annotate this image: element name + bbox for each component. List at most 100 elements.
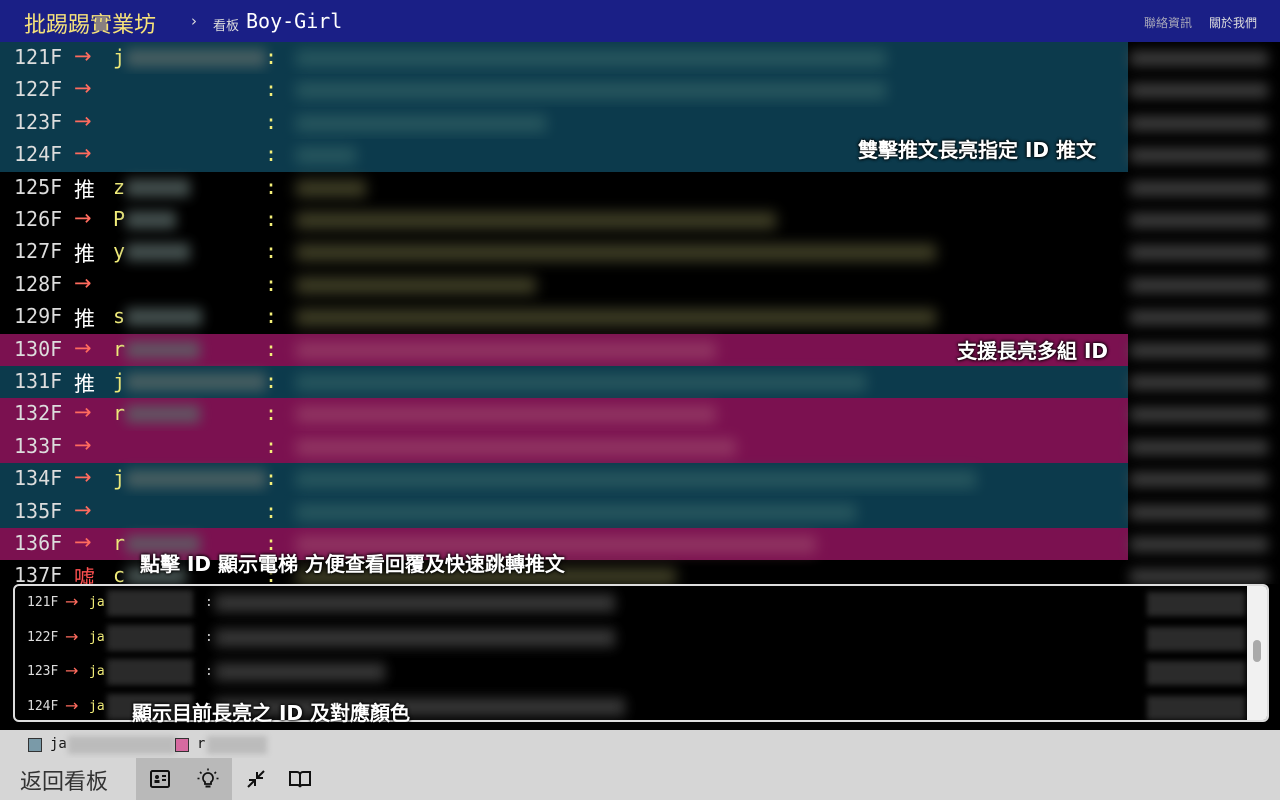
floor-number: 132F: [14, 401, 63, 426]
elevator-tag: →: [65, 592, 79, 611]
floor-number: 125F: [14, 174, 63, 199]
nav-about-link[interactable]: 關於我們: [1209, 14, 1257, 31]
comment-text-blurred: [296, 341, 716, 359]
comment-text-blurred: [296, 50, 886, 67]
user-id[interactable]: P: [113, 207, 125, 231]
user-id[interactable]: j: [113, 369, 125, 393]
comment-row[interactable]: 125F 推 z:: [0, 172, 1280, 204]
colon-separator: :: [265, 401, 278, 426]
floor-number: 126F: [14, 207, 63, 231]
comment-text-blurred: [296, 276, 536, 294]
timestamp-blurred: [1130, 277, 1268, 293]
timestamp-blurred: [1130, 439, 1268, 455]
timestamp-blurred: [1130, 569, 1268, 584]
comment-row[interactable]: 132F → r:: [0, 398, 1280, 431]
timestamp-blurred: [1130, 504, 1268, 520]
comment-row[interactable]: 128F →:: [0, 269, 1280, 301]
highlight-toggle-button[interactable]: [184, 758, 232, 800]
row-highlight-edge: [0, 333, 14, 366]
elevator-tag: →: [65, 661, 79, 680]
elevator-scroll-thumb[interactable]: [1253, 640, 1261, 662]
breadcrumb-board-name[interactable]: Boy-Girl: [246, 9, 342, 33]
comment-row[interactable]: 131F 推 j:: [0, 366, 1280, 399]
elevator-row[interactable]: 123F → ja:: [15, 655, 1245, 689]
row-highlight-edge: [0, 430, 14, 464]
colon-separator: :: [265, 207, 278, 231]
floor-number: 122F: [14, 77, 63, 102]
push-tag: 推: [74, 177, 95, 202]
user-id[interactable]: r: [113, 531, 125, 555]
user-id[interactable]: r: [113, 401, 125, 425]
colon-separator: :: [265, 109, 278, 134]
elevator-row[interactable]: 121F → ja:: [15, 586, 1245, 620]
user-id[interactable]: j: [113, 45, 125, 69]
elevator-scrollbar[interactable]: [1247, 586, 1267, 720]
note-click-elevator: 點擊 ID 顯示電梯 方便查看回覆及快速跳轉推文: [140, 552, 565, 576]
comment-row[interactable]: 121F → j:: [0, 42, 1280, 75]
row-highlight-edge: [0, 139, 14, 172]
colon-separator: :: [265, 498, 278, 523]
user-id[interactable]: y: [113, 239, 125, 263]
note-dblclick-highlight: 雙擊推文長亮指定 ID 推文: [858, 138, 1096, 162]
comment-text-blurred: [296, 471, 976, 489]
timestamp-blurred: [1130, 213, 1268, 228]
nav-contact-link[interactable]: 聯絡資訊: [1144, 14, 1192, 31]
user-id[interactable]: r: [113, 337, 125, 361]
timestamp-blurred: [1130, 180, 1268, 196]
timestamp-blurred: [1130, 148, 1268, 164]
breadcrumb-board-label: 看板: [213, 19, 240, 34]
comment-text-blurred: [296, 374, 866, 391]
comment-row[interactable]: 133F →:: [0, 430, 1280, 464]
user-id[interactable]: c: [113, 563, 125, 584]
comment-row[interactable]: 135F →:: [0, 495, 1280, 528]
breadcrumb-separator: ›: [191, 12, 197, 30]
comment-list: 121F → j:122F →:123F →:124F →:125F 推 z:126F → P:1…: [0, 42, 1280, 584]
elevator-row[interactable]: 122F → ja:: [15, 621, 1245, 655]
elevator-user-id[interactable]: ja: [89, 595, 105, 610]
floor-number: 135F: [14, 498, 63, 523]
floor-number: 121F: [14, 45, 63, 69]
user-id-blurred: [126, 405, 200, 424]
elevator-timestamp-blurred: [1147, 592, 1245, 616]
comment-row[interactable]: 129F 推 s:: [0, 301, 1280, 333]
user-id[interactable]: z: [113, 175, 125, 199]
row-highlight-edge: [0, 495, 14, 528]
push-tag: 噓: [74, 566, 95, 584]
elevator-colon: :: [205, 595, 213, 610]
comment-text-blurred: [296, 438, 736, 456]
row-highlight-edge: [0, 204, 14, 236]
comment-row[interactable]: 127F 推 y:: [0, 236, 1280, 268]
reading-mode-button[interactable]: [276, 758, 324, 800]
comment-text-blurred: [296, 212, 776, 229]
user-id-blurred: [126, 308, 202, 327]
push-tag: →: [74, 465, 92, 490]
comment-text-blurred: [296, 147, 356, 165]
row-highlight-edge: [0, 301, 14, 333]
comment-row[interactable]: 126F → P:: [0, 204, 1280, 236]
user-id[interactable]: s: [113, 304, 125, 328]
comment-row[interactable]: 134F → j:: [0, 463, 1280, 496]
comment-text-blurred: [296, 244, 936, 262]
row-highlight-edge: [0, 269, 14, 301]
elevator-user-id[interactable]: ja: [89, 699, 105, 714]
legend-id-label: ja: [50, 736, 67, 752]
user-id[interactable]: j: [113, 466, 125, 490]
push-tag: →: [74, 400, 92, 425]
id-card-button[interactable]: [136, 758, 184, 800]
collapse-button[interactable]: [232, 758, 280, 800]
back-to-board-button[interactable]: 返回看板: [20, 764, 108, 796]
row-highlight: [14, 269, 1128, 301]
comment-row[interactable]: 122F →:: [0, 74, 1280, 107]
elevator-user-id[interactable]: ja: [89, 664, 105, 679]
timestamp-blurred: [1130, 537, 1268, 552]
elevator-user-id[interactable]: ja: [89, 630, 105, 645]
elevator-timestamp-blurred: [1147, 695, 1245, 720]
floor-number: 124F: [14, 142, 63, 167]
row-highlight-edge: [0, 172, 14, 204]
elevator-colon: :: [205, 664, 213, 679]
colon-separator: :: [265, 45, 278, 69]
floor-number: 134F: [14, 466, 63, 491]
floor-number: 137F: [14, 563, 63, 584]
site-title-link[interactable]: 批踢踢實業坊: [24, 7, 156, 39]
push-tag: →: [74, 530, 92, 554]
